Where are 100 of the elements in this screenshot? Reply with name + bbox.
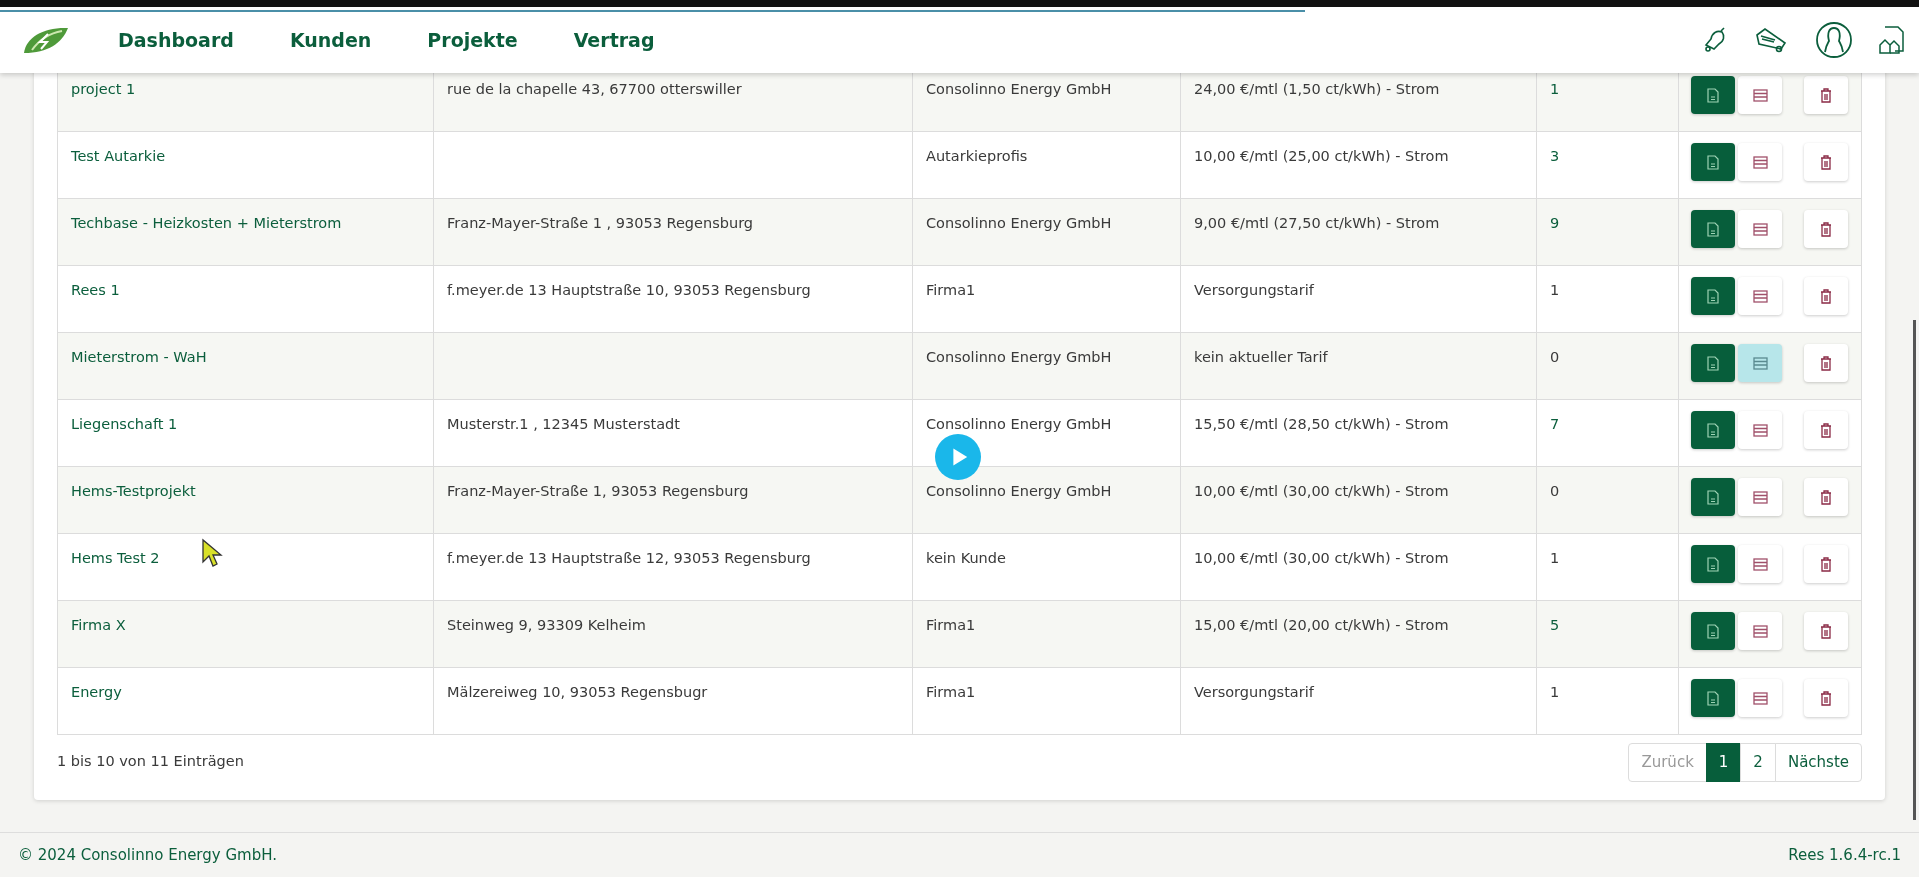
document-icon xyxy=(1707,87,1719,103)
copyright-text: © 2024 Consolinno Energy GmbH. xyxy=(18,844,277,866)
trash-icon xyxy=(1820,288,1832,304)
delete-button[interactable] xyxy=(1804,277,1848,315)
tariff-text: 10,00 €/mtl (30,00 ct/kWh) - Strom xyxy=(1194,550,1449,566)
list-button[interactable] xyxy=(1738,76,1782,114)
project-link[interactable]: Techbase - Heizkosten + Mieterstrom xyxy=(71,215,342,231)
list-button[interactable] xyxy=(1738,545,1782,583)
document-button[interactable] xyxy=(1691,679,1735,717)
address-text: f.meyer.de 13 Hauptstraße 12, 93053 Regensburg xyxy=(447,550,811,566)
project-link[interactable]: Energy xyxy=(71,684,122,700)
nav-link[interactable]: Kunden xyxy=(289,25,372,55)
leaf-logo-icon[interactable] xyxy=(22,25,70,55)
document-button[interactable] xyxy=(1691,143,1735,181)
entries-info: 1 bis 10 von 11 Einträgen xyxy=(57,752,244,772)
document-button[interactable] xyxy=(1691,545,1735,583)
project-link[interactable]: Hems Test 2 xyxy=(71,550,160,566)
user-icon[interactable] xyxy=(1815,21,1853,59)
trash-icon xyxy=(1820,623,1832,639)
list-button[interactable] xyxy=(1738,478,1782,516)
tariff-text: 9,00 €/mtl (27,50 ct/kWh) - Strom xyxy=(1194,215,1440,231)
project-link[interactable]: Test Autarkie xyxy=(71,148,166,164)
list-button[interactable] xyxy=(1738,277,1782,315)
house-document-icon[interactable] xyxy=(1879,25,1905,55)
list-button[interactable] xyxy=(1738,344,1782,382)
version-text: Rees 1.6.4-rc.1 xyxy=(1788,844,1901,866)
list-icon xyxy=(1752,691,1768,705)
delete-button[interactable] xyxy=(1804,344,1848,382)
count-text: 0 xyxy=(1550,483,1560,499)
play-icon[interactable] xyxy=(935,434,981,480)
delete-button[interactable] xyxy=(1804,143,1848,181)
project-link[interactable]: Firma X xyxy=(71,617,126,633)
address-text: Franz-Mayer-Straße 1 , 93053 Regensburg xyxy=(447,215,754,231)
delete-button[interactable] xyxy=(1804,478,1848,516)
list-button[interactable] xyxy=(1738,679,1782,717)
document-button[interactable] xyxy=(1691,76,1735,114)
tariff-text: kein aktueller Tarif xyxy=(1194,349,1328,365)
project-link[interactable]: project 1 xyxy=(71,81,136,97)
document-button[interactable] xyxy=(1691,612,1735,650)
document-icon xyxy=(1707,623,1719,639)
customer-text: Consolinno Energy GmbH xyxy=(926,215,1112,231)
delete-button[interactable] xyxy=(1804,679,1848,717)
count-link[interactable]: 5 xyxy=(1550,617,1560,633)
count-link[interactable]: 7 xyxy=(1550,416,1560,432)
delete-button[interactable] xyxy=(1804,545,1848,583)
document-button[interactable] xyxy=(1691,344,1735,382)
document-icon xyxy=(1707,489,1719,505)
count-text: 1 xyxy=(1550,550,1560,566)
count-text: 0 xyxy=(1550,349,1560,365)
document-icon xyxy=(1707,422,1719,438)
document-button[interactable] xyxy=(1691,210,1735,248)
document-button[interactable] xyxy=(1691,411,1735,449)
list-icon xyxy=(1752,155,1768,169)
list-button[interactable] xyxy=(1738,143,1782,181)
customer-text: Consolinno Energy GmbH xyxy=(926,483,1112,499)
trash-icon xyxy=(1820,690,1832,706)
document-icon xyxy=(1707,556,1719,572)
customer-text: Firma1 xyxy=(926,282,976,298)
customer-text: Consolinno Energy GmbH xyxy=(926,416,1112,432)
list-button[interactable] xyxy=(1738,411,1782,449)
document-button[interactable] xyxy=(1691,478,1735,516)
trash-icon xyxy=(1820,489,1832,505)
trash-icon xyxy=(1820,154,1832,170)
list-icon xyxy=(1752,490,1768,504)
document-icon xyxy=(1707,690,1719,706)
trash-icon xyxy=(1820,556,1832,572)
list-icon xyxy=(1752,557,1768,571)
nav-link[interactable]: Dashboard xyxy=(118,25,234,55)
project-link[interactable]: Rees 1 xyxy=(71,282,120,298)
customer-text: Autarkieprofis xyxy=(926,148,1028,164)
delete-button[interactable] xyxy=(1804,411,1848,449)
delete-button[interactable] xyxy=(1804,612,1848,650)
count-link[interactable]: 1 xyxy=(1550,81,1560,97)
list-icon xyxy=(1752,88,1768,102)
count-link[interactable]: 9 xyxy=(1550,215,1560,231)
delete-button[interactable] xyxy=(1804,76,1848,114)
count-link[interactable]: 3 xyxy=(1550,148,1560,164)
list-icon xyxy=(1752,289,1768,303)
list-icon xyxy=(1752,624,1768,638)
delete-button[interactable] xyxy=(1804,210,1848,248)
nav-link[interactable]: Projekte xyxy=(427,25,518,55)
page-button[interactable]: 1 xyxy=(1705,743,1742,782)
project-link[interactable]: Mieterstrom - WaH xyxy=(71,349,207,365)
tariff-text: 15,00 €/mtl (20,00 ct/kWh) - Strom xyxy=(1194,617,1449,633)
page-button[interactable]: Nächste xyxy=(1774,743,1862,782)
document-icon xyxy=(1707,288,1719,304)
page-button[interactable]: 2 xyxy=(1740,743,1776,782)
address-text: f.meyer.de 13 Hauptstraße 10, 93053 Regensburg xyxy=(447,282,811,298)
project-link[interactable]: Liegenschaft 1 xyxy=(71,416,178,432)
project-link[interactable]: Hems-Testprojekt xyxy=(71,483,196,499)
document-button[interactable] xyxy=(1691,277,1735,315)
megaphone-icon[interactable] xyxy=(1755,27,1789,53)
nav-link[interactable]: Vertrag xyxy=(573,25,655,55)
list-button[interactable] xyxy=(1738,210,1782,248)
address-text: rue de la chapelle 43, 67700 otterswiller xyxy=(447,81,742,97)
list-icon xyxy=(1752,423,1768,437)
document-icon xyxy=(1707,221,1719,237)
trash-icon xyxy=(1820,221,1832,237)
list-button[interactable] xyxy=(1738,612,1782,650)
trash-icon xyxy=(1820,355,1832,371)
